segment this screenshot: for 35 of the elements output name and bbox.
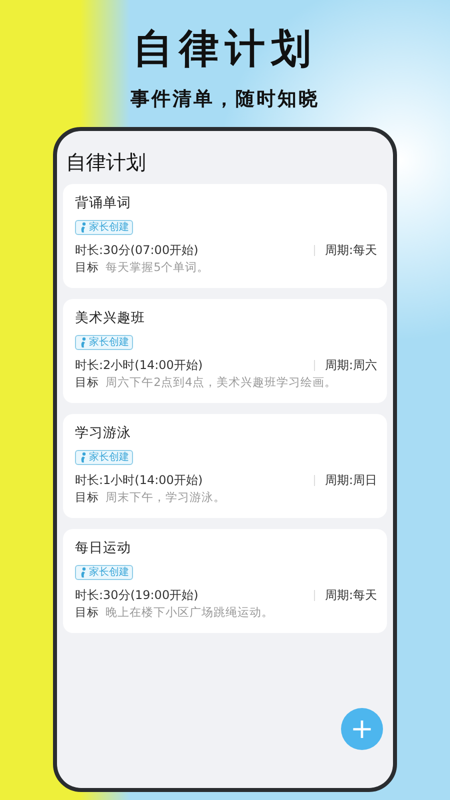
period-text: 周期:周日 — [324, 472, 377, 489]
plan-card[interactable]: 每日运动 家长创建 时长:30分(19:00开始) 周期:每天 目标 晚上在楼下小区广场跳绳运动。 — [63, 529, 387, 633]
goal-text: 周六下午2点到4点，美术兴趣班学习绘画。 — [106, 375, 336, 389]
person-icon — [79, 452, 87, 463]
plan-card[interactable]: 学习游泳 家长创建 时长:1小时(14:00开始) 周期:周日 目标 周末下午，学习游泳。 — [63, 414, 387, 518]
person-icon — [79, 337, 87, 348]
person-icon — [79, 567, 87, 578]
goal-label: 目标 — [75, 375, 99, 389]
period-text: 周期:每天 — [324, 587, 377, 604]
goal-text: 周末下午，学习游泳。 — [106, 490, 226, 504]
duration-text: 时长:30分(07:00开始) — [75, 242, 200, 259]
plan-name: 背诵单词 — [75, 194, 132, 212]
goal-label: 目标 — [75, 605, 99, 619]
headline: 自律计划 — [133, 25, 317, 74]
goal-text: 晚上在楼下小区广场跳绳运动。 — [106, 605, 274, 619]
goal-text: 每天掌握5个单词。 — [106, 260, 209, 274]
period-text: 周期:每天 — [324, 242, 377, 259]
badge-label: 家长创建 — [89, 566, 129, 578]
badge-label: 家长创建 — [89, 336, 129, 348]
duration-text: 时长:1小时(14:00开始) — [75, 472, 204, 489]
subheadline: 事件清单，随时知晓 — [130, 87, 320, 112]
plan-card[interactable]: 美术兴趣班 家长创建 时长:2小时(14:00开始) 周期:周六 目标 周六下午2点到4点，美术兴趣班学习绘画。 — [63, 299, 387, 403]
plan-name: 美术兴趣班 — [75, 309, 146, 327]
plan-name: 每日运动 — [75, 539, 132, 557]
person-icon — [79, 222, 87, 233]
plan-name: 学习游泳 — [75, 424, 132, 442]
plan-card[interactable]: 背诵单词 家长创建 时长:30分(07:00开始) 周期:每天 目标 每天掌握5个单词。 — [63, 184, 387, 288]
badge-label: 家长创建 — [89, 222, 129, 234]
goal-label: 目标 — [75, 490, 99, 504]
screen-title: 自律计划 — [65, 149, 147, 176]
period-text: 周期:周六 — [324, 357, 377, 374]
badge-label: 家长创建 — [89, 452, 129, 464]
duration-text: 时长:2小时(14:00开始) — [75, 357, 204, 374]
goal-label: 目标 — [75, 260, 99, 274]
duration-text: 时长:30分(19:00开始) — [75, 587, 200, 604]
